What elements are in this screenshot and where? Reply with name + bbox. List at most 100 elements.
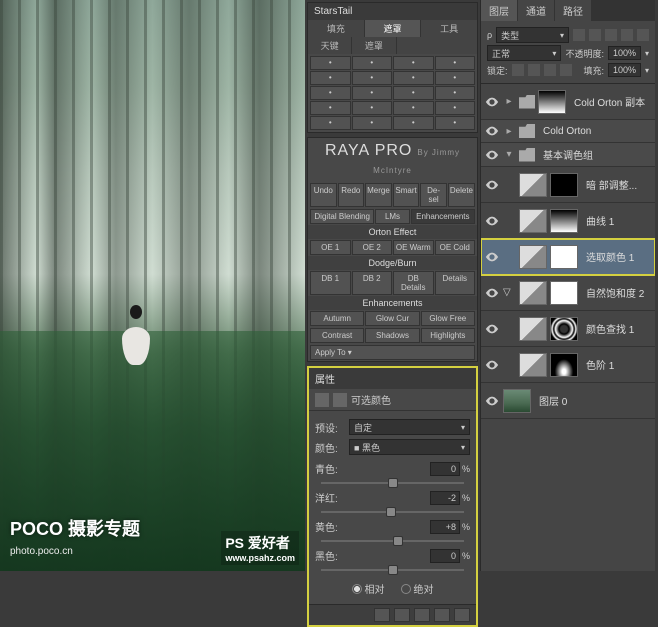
st-btn[interactable]: • bbox=[310, 56, 351, 70]
oe1[interactable]: OE 1 bbox=[310, 240, 351, 255]
st-tab-1[interactable]: 遮罩 bbox=[365, 20, 421, 37]
layer-vibrance[interactable]: ▽ 自然饱和度 2 bbox=[481, 275, 655, 311]
raya-db[interactable]: Digital Blending bbox=[310, 209, 374, 224]
eye-icon[interactable] bbox=[485, 95, 499, 109]
layer-shadows[interactable]: 暗 部调整... bbox=[481, 167, 655, 203]
tab-layers[interactable]: 图层 bbox=[481, 0, 517, 21]
yellow-value[interactable]: +8 bbox=[430, 520, 460, 534]
raya-desel[interactable]: De-sel bbox=[420, 183, 447, 207]
tab-channels[interactable]: 通道 bbox=[518, 0, 554, 21]
raya-undo[interactable]: Undo bbox=[310, 183, 337, 207]
lock-trans-icon[interactable] bbox=[512, 64, 524, 76]
db1[interactable]: DB 1 bbox=[310, 271, 351, 295]
glowcur[interactable]: Glow Cur bbox=[365, 311, 419, 326]
adj-thumb[interactable] bbox=[519, 281, 547, 305]
lock-pixels-icon[interactable] bbox=[528, 64, 540, 76]
eye-icon[interactable] bbox=[485, 178, 499, 192]
fill-value[interactable]: 100% bbox=[608, 63, 641, 77]
st-tab-0[interactable]: 填充 bbox=[308, 20, 364, 37]
apply-to[interactable]: Apply To ▾ bbox=[310, 345, 475, 360]
layer-mask[interactable] bbox=[550, 245, 578, 269]
expand-icon[interactable]: ▸ bbox=[503, 96, 515, 107]
layer-color-lookup[interactable]: 颜色查找 1 bbox=[481, 311, 655, 347]
raya-lms[interactable]: LMs bbox=[375, 209, 409, 224]
oecold[interactable]: OE Cold bbox=[435, 240, 476, 255]
layer-curves[interactable]: 曲线 1 bbox=[481, 203, 655, 239]
kind-filter[interactable]: 类型▾ bbox=[496, 27, 569, 43]
raya-delete[interactable]: Delete bbox=[448, 183, 475, 207]
preset-select[interactable]: 自定▾ bbox=[349, 419, 470, 435]
lock-all-icon[interactable] bbox=[560, 64, 572, 76]
eye-icon[interactable] bbox=[485, 214, 499, 228]
layer-background[interactable]: 图层 0 bbox=[481, 383, 655, 419]
img-thumb[interactable] bbox=[503, 389, 531, 413]
color-select[interactable]: ■ 黑色▾ bbox=[349, 439, 470, 455]
raya-merge[interactable]: Merge bbox=[365, 183, 392, 207]
raya-smart[interactable]: Smart bbox=[393, 183, 420, 207]
tab-paths[interactable]: 路径 bbox=[555, 0, 591, 21]
trash-icon[interactable] bbox=[454, 608, 470, 622]
yellow-slider[interactable] bbox=[321, 540, 464, 542]
db2[interactable]: DB 2 bbox=[352, 271, 393, 295]
layer-mask[interactable] bbox=[550, 317, 578, 341]
eye-icon[interactable] bbox=[485, 358, 499, 372]
layer-mask[interactable] bbox=[550, 281, 578, 305]
magenta-value[interactable]: -2 bbox=[430, 491, 460, 505]
layer-base-group[interactable]: ▾ 基本调色组 bbox=[481, 143, 655, 167]
canvas-area[interactable]: POCO 摄影专题 photo.poco.cn PS 爱好者 www.psahz… bbox=[0, 0, 305, 571]
adj-thumb[interactable] bbox=[519, 173, 547, 197]
dbdet[interactable]: DB Details bbox=[393, 271, 434, 295]
eye-icon[interactable] bbox=[485, 394, 499, 408]
adj-thumb[interactable] bbox=[519, 317, 547, 341]
filter-img-icon[interactable] bbox=[573, 29, 585, 41]
blend-mode-select[interactable]: 正常▾ bbox=[487, 45, 561, 61]
view-prev-icon[interactable] bbox=[394, 608, 410, 622]
layer-mask[interactable] bbox=[538, 90, 566, 114]
contrast[interactable]: Contrast bbox=[310, 328, 364, 343]
toggle-vis-icon[interactable] bbox=[434, 608, 450, 622]
cyan-slider[interactable] bbox=[321, 482, 464, 484]
st-tab2-0[interactable]: 天键 bbox=[308, 37, 351, 54]
radio-absolute[interactable]: 绝对 bbox=[401, 581, 434, 596]
layer-mask[interactable] bbox=[550, 173, 578, 197]
filter-txt-icon[interactable] bbox=[605, 29, 617, 41]
shadows[interactable]: Shadows bbox=[365, 328, 419, 343]
cyan-value[interactable]: 0 bbox=[430, 462, 460, 476]
layer-selective-color[interactable]: 选取颜色 1 bbox=[481, 239, 655, 275]
adj-thumb[interactable] bbox=[519, 245, 547, 269]
oewarm[interactable]: OE Warm bbox=[393, 240, 434, 255]
opacity-value[interactable]: 100% bbox=[608, 46, 641, 60]
layer-cold-orton-copy[interactable]: ▸ Cold Orton 副本 bbox=[481, 84, 655, 120]
filter-adj-icon[interactable] bbox=[589, 29, 601, 41]
radio-relative[interactable]: 相对 bbox=[352, 581, 385, 596]
eye-icon[interactable] bbox=[485, 286, 499, 300]
expand-icon[interactable]: ▾ bbox=[503, 149, 515, 160]
layer-mask[interactable] bbox=[550, 353, 578, 377]
expand-icon[interactable]: ▸ bbox=[503, 126, 515, 137]
adj-thumb[interactable] bbox=[519, 353, 547, 377]
adj-thumb[interactable] bbox=[519, 209, 547, 233]
filter-shape-icon[interactable] bbox=[621, 29, 633, 41]
clip-icon[interactable] bbox=[374, 608, 390, 622]
raya-enh-tab[interactable]: Enhancements bbox=[411, 209, 475, 224]
eye-icon[interactable] bbox=[485, 124, 499, 138]
st-tab-2[interactable]: 工具 bbox=[421, 20, 477, 37]
filter-smart-icon[interactable] bbox=[637, 29, 649, 41]
details[interactable]: Details bbox=[435, 271, 476, 295]
black-value[interactable]: 0 bbox=[430, 549, 460, 563]
layer-cold-orton[interactable]: ▸ Cold Orton bbox=[481, 120, 655, 143]
st-tab2-1[interactable]: 遮罩 bbox=[352, 37, 395, 54]
glowfree[interactable]: Glow Free bbox=[421, 311, 475, 326]
layer-mask[interactable] bbox=[550, 209, 578, 233]
reset-icon[interactable] bbox=[414, 608, 430, 622]
autumn[interactable]: Autumn bbox=[310, 311, 364, 326]
magenta-slider[interactable] bbox=[321, 511, 464, 513]
raya-redo[interactable]: Redo bbox=[338, 183, 365, 207]
eye-icon[interactable] bbox=[485, 250, 499, 264]
layer-levels[interactable]: 色阶 1 bbox=[481, 347, 655, 383]
eye-icon[interactable] bbox=[485, 148, 499, 162]
lock-pos-icon[interactable] bbox=[544, 64, 556, 76]
oe2[interactable]: OE 2 bbox=[352, 240, 393, 255]
eye-icon[interactable] bbox=[485, 322, 499, 336]
highlights[interactable]: Highlights bbox=[421, 328, 475, 343]
